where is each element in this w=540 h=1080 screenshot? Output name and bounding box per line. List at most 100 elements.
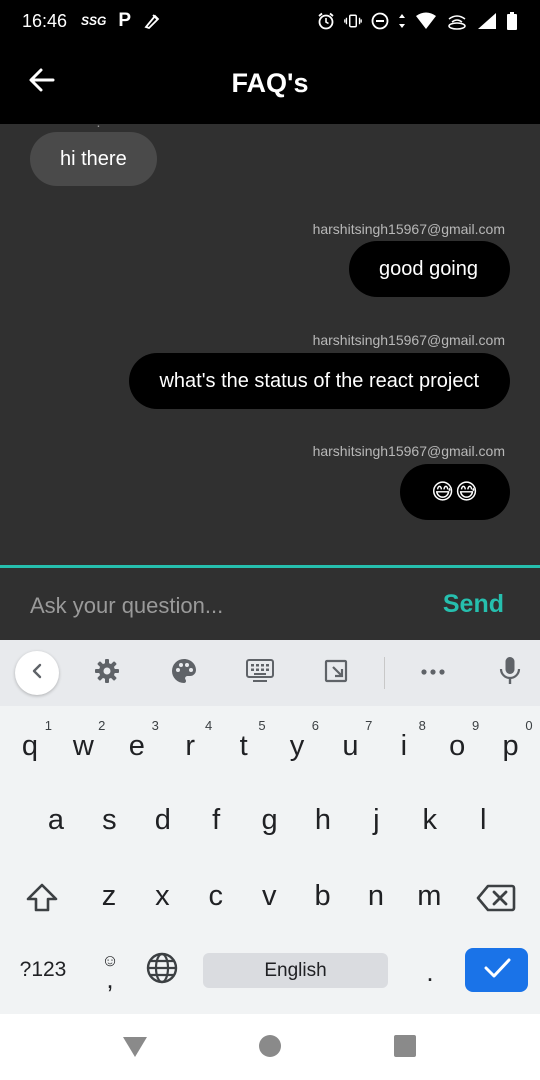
nav-home-button[interactable] [256, 1034, 284, 1062]
message-text: hi there [60, 147, 127, 170]
keyboard-resize-button[interactable] [317, 654, 355, 692]
keyboard: q1w2e3r4t5y6u7i8o9p0 asdfghjkl zxcvbnm ?… [0, 640, 540, 1014]
message-text: what's the status of the react project [159, 369, 479, 392]
comma-key-label: , [106, 963, 114, 994]
key-hint: 2 [98, 718, 106, 733]
key-m[interactable]: m [402, 872, 456, 920]
resize-icon [322, 657, 350, 690]
chat-area[interactable]: - . - - - - hi there harshitsingh15967@g… [0, 124, 540, 565]
comma-key[interactable]: ☺ , [92, 945, 128, 995]
home-circle-icon [258, 1034, 282, 1063]
key-v[interactable]: v [242, 872, 296, 920]
key-hint: 5 [258, 718, 266, 733]
keyboard-layout-button[interactable] [241, 654, 279, 692]
keyboard-theme-button[interactable] [165, 654, 203, 692]
alarm-icon [317, 12, 335, 30]
parking-icon: P [118, 10, 132, 31]
arrow-left-icon [28, 66, 56, 99]
key-j[interactable]: j [349, 796, 403, 844]
voice-input-button[interactable] [491, 654, 529, 692]
key-o[interactable]: o9 [430, 718, 484, 770]
system-nav-bar [0, 1014, 540, 1080]
key-label: c [208, 879, 224, 912]
enter-key[interactable] [465, 948, 528, 992]
key-y[interactable]: y6 [270, 718, 324, 770]
pen-icon [143, 12, 161, 30]
key-w[interactable]: w2 [56, 718, 110, 770]
key-r[interactable]: r4 [163, 718, 217, 770]
palette-icon [170, 657, 198, 690]
symbols-key-label: ?123 [19, 958, 67, 981]
symbols-key[interactable]: ?123 [10, 952, 76, 988]
globe-icon [145, 951, 179, 993]
key-label: a [47, 803, 65, 836]
key-hint: 4 [204, 718, 213, 733]
input-bar: Send [0, 565, 540, 640]
key-k[interactable]: k [403, 796, 457, 844]
dnd-icon [371, 12, 389, 30]
key-label: s [102, 803, 117, 836]
status-time: 16:46 [22, 10, 68, 31]
key-l[interactable]: l [456, 796, 510, 844]
key-label: g [261, 803, 278, 836]
key-label: o [449, 729, 466, 762]
signal-icon [477, 12, 497, 30]
keyboard-settings-button[interactable] [88, 654, 126, 692]
key-q[interactable]: q1 [3, 718, 57, 770]
key-u[interactable]: u7 [323, 718, 377, 770]
back-button[interactable] [26, 66, 58, 98]
key-h[interactable]: h [296, 796, 350, 844]
message-sender: harshitsingh15967@gmail.com [312, 332, 505, 348]
key-b[interactable]: b [296, 872, 350, 920]
keyboard-collapse-button[interactable] [15, 651, 59, 695]
key-label: v [261, 879, 277, 912]
backspace-key[interactable] [474, 880, 518, 924]
language-key[interactable] [142, 952, 182, 992]
key-label: z [101, 879, 117, 912]
key-z[interactable]: z [82, 872, 136, 920]
key-x[interactable]: x [135, 872, 189, 920]
key-label: p [502, 729, 519, 762]
key-d[interactable]: d [136, 796, 190, 844]
key-a[interactable]: a [29, 796, 83, 844]
space-key[interactable]: English [203, 953, 388, 988]
status-right-icons [317, 12, 518, 30]
key-label: d [154, 803, 171, 836]
key-hint: 6 [311, 718, 319, 733]
shift-key[interactable] [20, 880, 64, 924]
gear-icon [93, 657, 121, 690]
question-input[interactable] [30, 588, 410, 624]
key-label: n [367, 879, 385, 912]
key-p[interactable]: p0 [484, 718, 538, 770]
key-hint: 3 [151, 718, 159, 733]
more-icon [419, 664, 447, 682]
key-label: r [185, 729, 196, 762]
key-label: w [72, 729, 94, 762]
key-n[interactable]: n [349, 872, 403, 920]
period-key[interactable]: . [412, 952, 448, 992]
keyboard-more-button[interactable] [414, 654, 452, 692]
period-key-label: . [426, 956, 434, 987]
message-sender: harshitsingh15967@gmail.com [312, 221, 505, 237]
key-c[interactable]: c [189, 872, 243, 920]
send-button[interactable]: Send [443, 590, 504, 619]
toolbar-divider [384, 657, 385, 689]
key-hint: 0 [525, 718, 533, 733]
key-g[interactable]: g [243, 796, 297, 844]
key-s[interactable]: s [82, 796, 136, 844]
nav-recents-button[interactable] [391, 1034, 419, 1062]
key-label: f [212, 803, 221, 836]
space-key-label: English [264, 959, 327, 981]
shift-icon [25, 881, 59, 923]
message-bubble: 😅😅 [400, 464, 510, 520]
key-i[interactable]: i8 [377, 718, 431, 770]
message-text: good going [379, 257, 478, 280]
keyboard-toolbar [0, 640, 540, 706]
key-e[interactable]: e3 [110, 718, 164, 770]
key-t[interactable]: t5 [217, 718, 271, 770]
key-label: l [479, 803, 487, 836]
clipped-sender-remnant: - . - - - - [88, 124, 158, 130]
nav-back-button[interactable] [121, 1034, 149, 1062]
key-f[interactable]: f [189, 796, 243, 844]
key-hint: 1 [44, 718, 52, 733]
